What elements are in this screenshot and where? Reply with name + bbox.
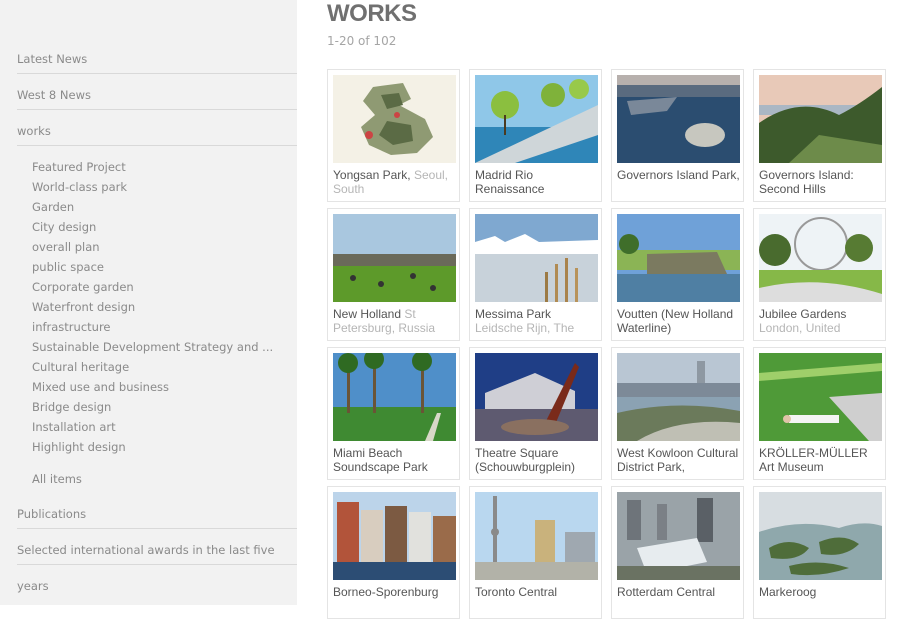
nav-west8-news[interactable]: West 8 News [17,88,297,110]
work-title: Miami Beach Soundscape Park [333,446,428,474]
work-caption[interactable]: Borneo-Sporenburg [333,585,456,614]
category-city-design[interactable]: City design [32,220,272,234]
work-thumbnail[interactable] [759,75,882,163]
work-thumbnail[interactable] [617,353,740,441]
category-bridge-design[interactable]: Bridge design [32,400,272,414]
work-title: Madrid Rio Renaissance [475,168,545,196]
work-title: Theatre Square (Schouwburgplein) [475,446,576,474]
category-highlight-design[interactable]: Highlight design [32,440,272,454]
work-card[interactable]: Jubilee Gardens London, United [753,208,886,341]
work-thumbnail[interactable] [617,492,740,580]
page-title: WORKS [327,0,417,27]
work-caption[interactable]: Rotterdam Central [617,585,740,614]
work-title: Yongsan Park, [333,168,411,182]
category-public-space[interactable]: public space [32,260,272,274]
work-caption[interactable]: Markeroog [759,585,882,614]
category-installation-art[interactable]: Installation art [32,420,272,434]
work-card[interactable]: Voutten (New Holland Waterline) [611,208,744,341]
nav-publications[interactable]: Publications [17,507,297,529]
work-thumbnail[interactable] [333,214,456,302]
work-card[interactable]: Messima Park Leidsche Rijn, The [469,208,602,341]
work-title: West Kowloon Cultural District Park, [617,446,739,474]
work-title: Toronto Central [475,585,558,599]
work-thumbnail[interactable] [759,492,882,580]
work-card[interactable]: Madrid Rio Renaissance [469,69,602,202]
work-card[interactable]: Governors Island: Second Hills [753,69,886,202]
work-thumbnail[interactable] [333,353,456,441]
category-sustainable-development[interactable]: Sustainable Development Strategy and ... [32,340,272,354]
work-thumbnail[interactable] [475,75,598,163]
result-count: 1-20 of 102 [327,34,397,48]
sidebar: Latest News West 8 News works Featured P… [0,0,297,605]
work-title: KRÖLLER-MÜLLER Art Museum [759,446,868,474]
work-location: Leidsche Rijn, The [475,321,575,335]
work-title: Borneo-Sporenburg [333,585,439,599]
nav-awards-years[interactable]: years [17,579,297,600]
category-world-class-park[interactable]: World-class park [32,180,272,194]
nav-latest-news[interactable]: Latest News [17,52,297,74]
work-title: Voutten (New Holland Waterline) [617,307,734,335]
nav-works[interactable]: works [17,124,297,146]
work-title: Governors Island: Second Hills [759,168,854,196]
work-title: Markeroog [759,585,817,599]
work-card[interactable]: Theatre Square (Schouwburgplein) [469,347,602,480]
work-caption[interactable]: Theatre Square (Schouwburgplein) [475,446,598,475]
category-waterfront-design[interactable]: Waterfront design [32,300,272,314]
work-thumbnail[interactable] [475,214,598,302]
category-infrastructure[interactable]: infrastructure [32,320,272,334]
work-thumbnail[interactable] [333,75,456,163]
category-featured-project[interactable]: Featured Project [32,160,272,174]
work-thumbnail[interactable] [475,492,598,580]
work-caption[interactable]: New Holland St Petersburg, Russia [333,307,456,336]
work-thumbnail[interactable] [759,353,882,441]
work-card[interactable]: Rotterdam Central [611,486,744,619]
work-caption[interactable]: Governors Island Park, [617,168,740,197]
work-thumbnail[interactable] [475,353,598,441]
work-thumbnail[interactable] [617,75,740,163]
work-card[interactable]: West Kowloon Cultural District Park, [611,347,744,480]
work-caption[interactable]: Messima Park Leidsche Rijn, The [475,307,598,336]
work-caption[interactable]: Governors Island: Second Hills [759,168,882,197]
work-card[interactable]: New Holland St Petersburg, Russia [327,208,460,341]
works-main: WORKS 1-20 of 102 Yongsan Park, Seoul, S… [297,0,911,619]
work-card[interactable]: Borneo-Sporenburg [327,486,460,619]
work-caption[interactable]: Miami Beach Soundscape Park [333,446,456,475]
work-card[interactable]: Toronto Central [469,486,602,619]
work-caption[interactable]: Jubilee Gardens London, United [759,307,882,336]
work-caption[interactable]: West Kowloon Cultural District Park, [617,446,740,475]
work-location: London, United [759,321,841,335]
work-title: New Holland [333,307,402,321]
category-corporate-garden[interactable]: Corporate garden [32,280,272,294]
category-overall-plan[interactable]: overall plan [32,240,272,254]
work-title: Jubilee Gardens [759,307,847,321]
work-caption[interactable]: Madrid Rio Renaissance [475,168,598,197]
work-thumbnail[interactable] [333,492,456,580]
work-card[interactable]: KRÖLLER-MÜLLER Art Museum [753,347,886,480]
category-garden[interactable]: Garden [32,200,272,214]
work-title: Rotterdam Central [617,585,716,599]
work-thumbnail[interactable] [617,214,740,302]
nav-awards[interactable]: Selected international awards in the las… [17,543,297,565]
work-caption[interactable]: KRÖLLER-MÜLLER Art Museum [759,446,882,475]
work-card[interactable]: Yongsan Park, Seoul, South [327,69,460,202]
category-all-items[interactable]: All items [32,472,272,486]
work-caption[interactable]: Yongsan Park, Seoul, South [333,168,456,197]
category-cultural-heritage[interactable]: Cultural heritage [32,360,272,374]
work-title: Messima Park [475,307,552,321]
work-caption[interactable]: Voutten (New Holland Waterline) [617,307,740,336]
work-thumbnail[interactable] [759,214,882,302]
work-card[interactable]: Miami Beach Soundscape Park [327,347,460,480]
work-card[interactable]: Markeroog [753,486,886,619]
category-mixed-use[interactable]: Mixed use and business [32,380,272,394]
work-title: Governors Island Park, [617,168,740,182]
work-card[interactable]: Governors Island Park, [611,69,744,202]
work-caption[interactable]: Toronto Central [475,585,598,614]
